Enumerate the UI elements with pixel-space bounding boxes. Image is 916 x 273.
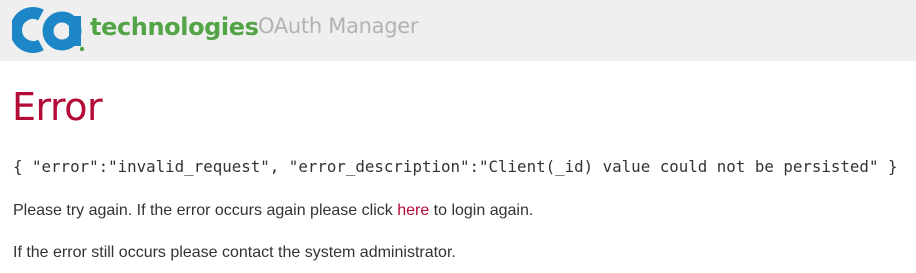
retry-message-suffix: to login again. (429, 202, 534, 219)
page-title: Error (12, 85, 103, 129)
page-header: technologies OAuth Manager (0, 0, 916, 61)
ca-logo-icon (12, 7, 85, 53)
brand-name: technologies (90, 13, 259, 41)
contact-admin-message: If the error still occurs please contact… (13, 244, 456, 261)
app-title: OAuth Manager (258, 14, 419, 38)
error-details: { "error":"invalid_request", "error_desc… (13, 157, 898, 176)
retry-message: Please try again. If the error occurs ag… (13, 201, 533, 221)
retry-message-prefix: Please try again. If the error occurs ag… (13, 202, 398, 219)
login-again-link[interactable]: here (397, 202, 429, 219)
